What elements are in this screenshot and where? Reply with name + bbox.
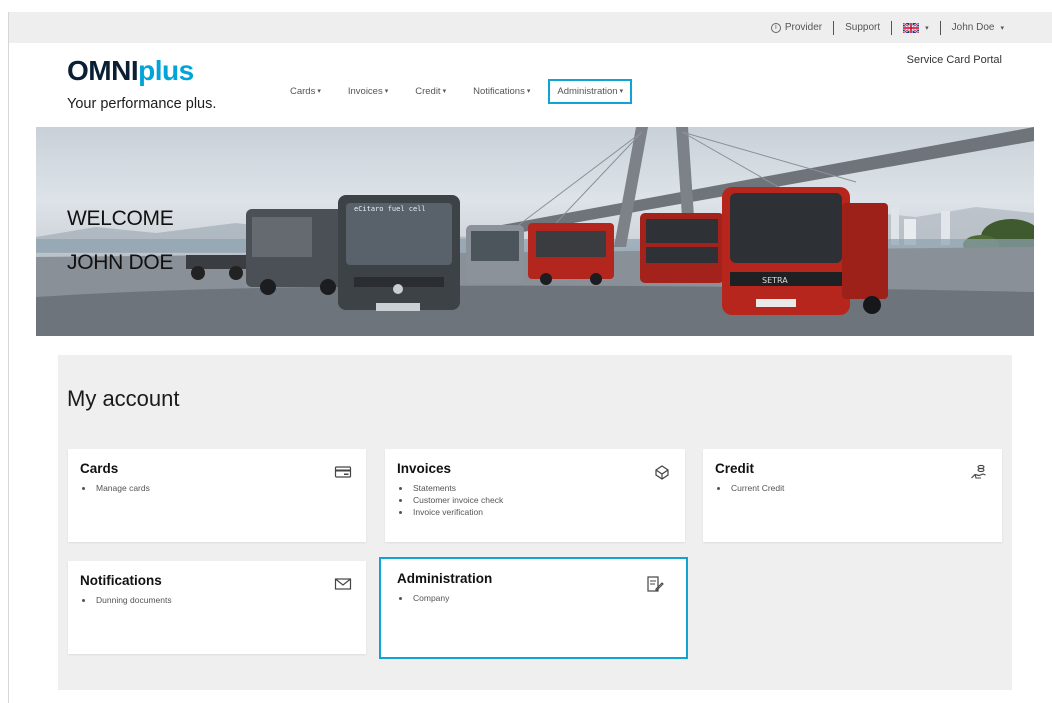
tile-title: Administration <box>397 571 493 586</box>
tile-link-list: Current Credit <box>729 482 784 494</box>
tile-administration[interactable]: Administration Company <box>379 557 688 659</box>
welcome-message: WELCOME JOHN DOE <box>67 197 174 285</box>
chevron-down-icon: ▾ <box>619 88 624 95</box>
logo-omni-text: OMNI <box>67 55 139 86</box>
nav-administration[interactable]: Administration ▾ <box>548 78 633 104</box>
hero-banner: eCitaro fuel cell SETRA WELCOME JOHN DOE <box>36 127 1034 336</box>
page-title: My account <box>67 386 180 411</box>
divider <box>939 20 941 35</box>
divider <box>833 20 835 35</box>
tile-title: Invoices <box>397 461 452 476</box>
main-navigation: Cards ▾ Invoices ▾ Credit ▾ Notifications ▾ … <box>290 78 659 104</box>
user-menu[interactable]: John Doe ▾ <box>952 22 1004 33</box>
tile-title: Notifications <box>80 573 162 588</box>
welcome-line: WELCOME <box>67 207 174 230</box>
tile-invoices[interactable]: Invoices Statements Customer invoice che… <box>385 449 685 542</box>
portal-name: Service Card Portal <box>906 54 1002 66</box>
info-icon: i <box>770 22 781 33</box>
nav-cards[interactable]: Cards ▾ <box>290 86 321 97</box>
nav-label: Invoices <box>347 85 383 97</box>
tile-title: Cards <box>80 461 119 476</box>
logo-plus-text: plus <box>138 55 194 86</box>
tile-cards[interactable]: Cards Manage cards <box>68 449 366 542</box>
setra-badge-text: SETRA <box>762 276 788 285</box>
nav-invoices[interactable]: Invoices ▾ <box>348 86 388 97</box>
hand-coins-icon <box>971 464 986 479</box>
nav-label: Administration <box>557 85 618 97</box>
chevron-down-icon: ▾ <box>317 88 321 95</box>
tile-link-list: Dunning documents <box>94 594 172 606</box>
chevron-down-icon: ▾ <box>526 88 531 95</box>
provider-label: Provider <box>784 22 823 33</box>
tagline: Your performance plus. <box>67 96 217 112</box>
uk-flag-icon <box>903 22 920 33</box>
tile-link-current-credit[interactable]: Current Credit <box>729 482 784 494</box>
user-name: John Doe <box>951 22 995 33</box>
invoice-box-icon <box>655 465 669 480</box>
provider-link[interactable]: i Provider <box>770 22 823 33</box>
tile-link-dunning-documents[interactable]: Dunning documents <box>94 594 172 606</box>
tile-title: Credit <box>715 461 755 476</box>
nav-label: Credit <box>415 85 441 97</box>
support-link[interactable]: Support <box>845 22 880 33</box>
envelope-icon <box>334 578 352 590</box>
credit-card-icon <box>334 466 352 478</box>
tile-link-manage-cards[interactable]: Manage cards <box>94 482 150 494</box>
page-border <box>8 12 9 703</box>
language-selector[interactable]: ▾ <box>903 22 929 33</box>
tile-notifications[interactable]: Notifications Dunning documents <box>68 561 366 654</box>
tile-link-list: Company <box>411 592 449 604</box>
welcome-user-line: JOHN DOE <box>67 251 174 274</box>
nav-label: Notifications <box>473 85 525 97</box>
tile-credit[interactable]: Credit Current Credit <box>703 449 1002 542</box>
tile-link-list: Statements Customer invoice check Invoic… <box>411 482 503 518</box>
divider <box>891 20 893 35</box>
chevron-down-icon: ▾ <box>384 88 389 95</box>
nav-credit[interactable]: Credit ▾ <box>415 86 446 97</box>
edit-document-icon <box>647 576 664 592</box>
tile-link-company[interactable]: Company <box>411 592 449 604</box>
hero-illustration: eCitaro fuel cell SETRA <box>36 127 1034 336</box>
chevron-down-icon: ▾ <box>1000 24 1004 32</box>
chevron-down-icon: ▾ <box>442 88 447 95</box>
tile-link-list: Manage cards <box>94 482 150 494</box>
chevron-down-icon: ▾ <box>925 24 929 32</box>
utility-bar: i Provider Support ▾ John Doe ▾ <box>9 12 1052 43</box>
bus-display-text: eCitaro fuel cell <box>354 205 426 213</box>
nav-notifications[interactable]: Notifications ▾ <box>473 86 530 97</box>
tile-link-invoice-verification[interactable]: Invoice verification <box>411 506 503 518</box>
omniplus-logo[interactable]: OMNIplus <box>67 57 194 85</box>
tile-link-customer-invoice-check[interactable]: Customer invoice check <box>411 494 503 506</box>
tile-link-statements[interactable]: Statements <box>411 482 503 494</box>
nav-label: Cards <box>290 85 316 97</box>
page: i Provider Support ▾ John Doe ▾ OMNIplus… <box>0 0 1052 703</box>
